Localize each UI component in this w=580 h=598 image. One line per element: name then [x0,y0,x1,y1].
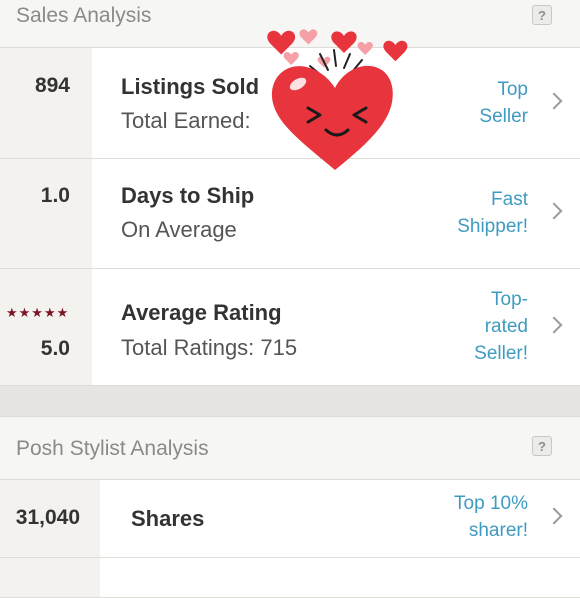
badge-line: Seller [479,106,528,127]
chevron-right-icon [545,202,563,220]
stat-panel [0,269,92,385]
total-earned-label: Total Earned: [121,108,251,133]
chevron-right-icon [545,92,563,110]
chevron-right-icon [545,316,563,334]
top-rated-badge: Top- rated Seller! [474,286,528,367]
total-ratings-label: Total Ratings: 715 [121,335,298,360]
top-seller-badge: Top Seller [479,76,528,130]
next-row-partial [0,558,580,598]
small-heart-icon [331,31,357,53]
help-button-stylist[interactable]: ? [532,436,552,456]
stat-panel [0,159,92,268]
badge-line: rated [484,316,528,337]
badge-line: Top 10% [454,493,528,514]
section-title-sales: Sales Analysis [16,4,152,27]
average-rating-title: Average Rating [121,300,282,325]
posh-stylist-header: Posh Stylist Analysis ? [0,416,580,480]
happy-heart-sticker-icon [267,29,408,170]
small-heart-icon [383,40,408,62]
badge-line: Seller! [474,343,528,364]
stat-panel [0,558,100,597]
small-heart-icon [283,52,299,65]
shares-title: Shares [131,506,205,531]
days-to-ship-value: 1.0 [40,184,70,207]
badge-line: Fast [491,189,528,210]
average-rating-value: 5.0 [40,337,70,360]
small-heart-icon [357,42,373,55]
section-gap [0,386,580,416]
days-to-ship-row[interactable]: 1.0 Days to Ship On Average Fast Shipper… [0,159,580,269]
chevron-right-icon [545,507,563,525]
badge-line: sharer! [468,520,528,541]
shares-count: 31,040 [15,506,80,529]
help-button-sales[interactable]: ? [532,5,552,25]
average-rating-row[interactable]: ★★★★★ 5.0 Average Rating Total Ratings: … [0,269,580,386]
listings-sold-count: 894 [34,74,70,97]
small-heart-icon [299,29,318,45]
badge-line: Top [497,79,528,100]
top-sharer-badge: Top 10% sharer! [454,490,528,544]
stat-panel [0,48,92,158]
shares-row[interactable]: 31,040 Shares Top 10% sharer! [0,480,580,558]
on-average-label: On Average [121,217,237,242]
badge-line: Top- [491,289,528,310]
section-title-stylist: Posh Stylist Analysis [16,437,209,460]
rating-stars-icon: ★★★★★ [6,305,70,320]
fast-shipper-badge: Fast Shipper! [457,186,528,240]
listings-sold-title: Listings Sold [121,74,260,99]
days-to-ship-title: Days to Ship [121,183,255,208]
badge-line: Shipper! [457,216,528,237]
small-heart-icon [267,30,296,55]
